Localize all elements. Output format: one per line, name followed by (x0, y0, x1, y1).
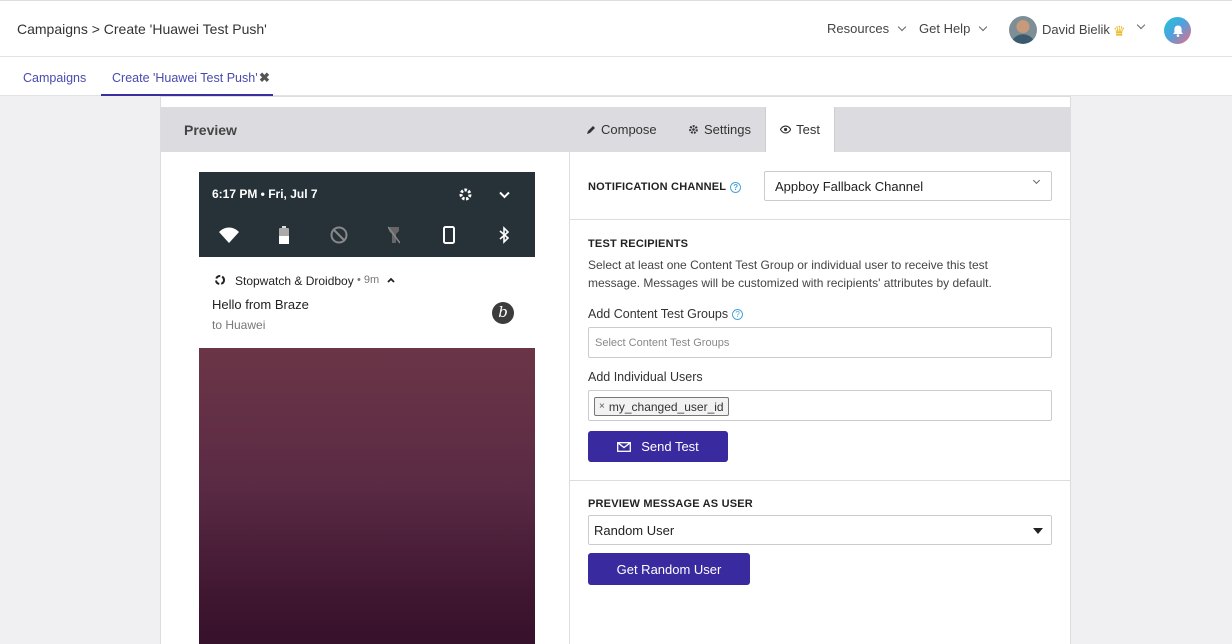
wifi-icon (218, 224, 240, 246)
tab-settings-label: Settings (704, 122, 751, 137)
notification-app-name: Stopwatch & Droidboy (235, 274, 354, 288)
pencil-icon (587, 125, 595, 134)
section-divider (570, 219, 1070, 220)
close-icon[interactable]: ✖ (259, 70, 270, 86)
send-test-label: Send Test (641, 439, 699, 454)
chevron-down-icon (1032, 176, 1041, 185)
individual-users-input[interactable]: × my_changed_user_id (588, 390, 1052, 421)
content-test-groups-input[interactable]: Select Content Test Groups (588, 327, 1052, 358)
battery-icon (273, 224, 295, 246)
get-help-label: Get Help (919, 21, 971, 36)
individual-users-label: Add Individual Users (588, 370, 703, 384)
phone-preview: 6:17 PM • Fri, Jul 7 Stopwatch & Droidbo… (199, 172, 535, 644)
get-random-user-button[interactable]: Get Random User (588, 553, 750, 585)
chevron-down-icon (897, 22, 907, 31)
resources-label: Resources (827, 21, 890, 36)
test-recipients-label: TEST RECIPIENTS (588, 238, 689, 250)
notification-title: Hello from Braze (212, 297, 309, 312)
divider (569, 152, 570, 644)
avatar[interactable] (1009, 16, 1037, 44)
chevron-down-icon[interactable] (1136, 20, 1146, 30)
remove-token-icon[interactable]: × (599, 401, 605, 412)
tab-compose[interactable]: Compose (572, 107, 671, 152)
tab-test-label: Test (796, 122, 820, 137)
resources-menu[interactable]: Resources (827, 21, 907, 36)
phone-rotate-icon (438, 224, 460, 246)
notifications-bell-icon[interactable] (1164, 17, 1191, 44)
chevron-up-icon (387, 277, 395, 283)
tabs-bar: Campaigns Create 'Huawei Test Push' ✖ (0, 57, 1232, 96)
bluetooth-icon (493, 224, 515, 246)
get-help-menu[interactable]: Get Help (919, 21, 988, 36)
help-icon[interactable]: ? (732, 309, 744, 321)
campaign-panel: Preview Compose Settings Test 6:17 PM • … (160, 96, 1071, 644)
gear-icon (459, 188, 472, 201)
tab-settings[interactable]: Settings (674, 107, 765, 152)
chevron-down-icon (499, 191, 510, 199)
notification-channel-select[interactable]: Appboy Fallback Channel (764, 171, 1052, 201)
help-icon[interactable]: ? (730, 181, 742, 193)
notification-time: • 9m (357, 274, 380, 286)
chevron-down-icon (979, 22, 988, 31)
user-name: David Bielik (1042, 22, 1110, 37)
content-test-groups-placeholder: Select Content Test Groups (595, 337, 730, 349)
send-test-button[interactable]: Send Test (588, 431, 728, 462)
phone-status-bar: 6:17 PM • Fri, Jul 7 (199, 172, 535, 257)
test-recipients-description: Select at least one Content Test Group o… (588, 258, 992, 290)
do-not-disturb-icon (328, 224, 350, 246)
notification-channel-label: NOTIFICATION CHANNEL? (588, 181, 742, 193)
app-small-icon (215, 275, 225, 285)
notification-subtitle: to Huawei (212, 318, 266, 332)
get-random-user-label: Get Random User (616, 561, 722, 577)
notification-channel-value: Appboy Fallback Channel (775, 178, 924, 194)
gear-icon (689, 125, 698, 134)
content-test-groups-label: Add Content Test Groups? (588, 307, 744, 321)
panel-title: Preview (184, 122, 237, 138)
phone-wallpaper (199, 348, 535, 644)
braze-logo-icon: b (492, 302, 514, 324)
top-bar: Campaigns > Create 'Huawei Test Push' Re… (0, 0, 1232, 57)
crown-icon: ♛ (1113, 23, 1126, 39)
preview-as-user-select[interactable]: Random User (588, 515, 1052, 545)
preview-as-user-label: PREVIEW MESSAGE AS USER (588, 498, 753, 510)
breadcrumb: Campaigns > Create 'Huawei Test Push' (17, 21, 267, 37)
panel-header: Preview Compose Settings Test (161, 107, 1070, 152)
tab-campaigns[interactable]: Campaigns (23, 71, 86, 85)
user-menu[interactable]: David Bielik (1042, 22, 1110, 37)
phone-status-time: 6:17 PM • Fri, Jul 7 (212, 187, 318, 201)
tab-test[interactable]: Test (765, 107, 835, 152)
tab-compose-label: Compose (601, 122, 657, 137)
user-token-label: my_changed_user_id (608, 399, 724, 414)
push-notification: Stopwatch & Droidboy • 9m Hello from Bra… (199, 257, 535, 348)
caret-down-icon (1033, 528, 1043, 534)
eye-icon (780, 125, 792, 134)
tab-create-campaign[interactable]: Create 'Huawei Test Push' (112, 71, 258, 85)
envelope-icon (617, 441, 632, 452)
flashlight-icon (383, 224, 405, 246)
section-divider (570, 480, 1070, 481)
preview-as-user-value: Random User (594, 522, 675, 538)
user-token: × my_changed_user_id (594, 397, 729, 416)
